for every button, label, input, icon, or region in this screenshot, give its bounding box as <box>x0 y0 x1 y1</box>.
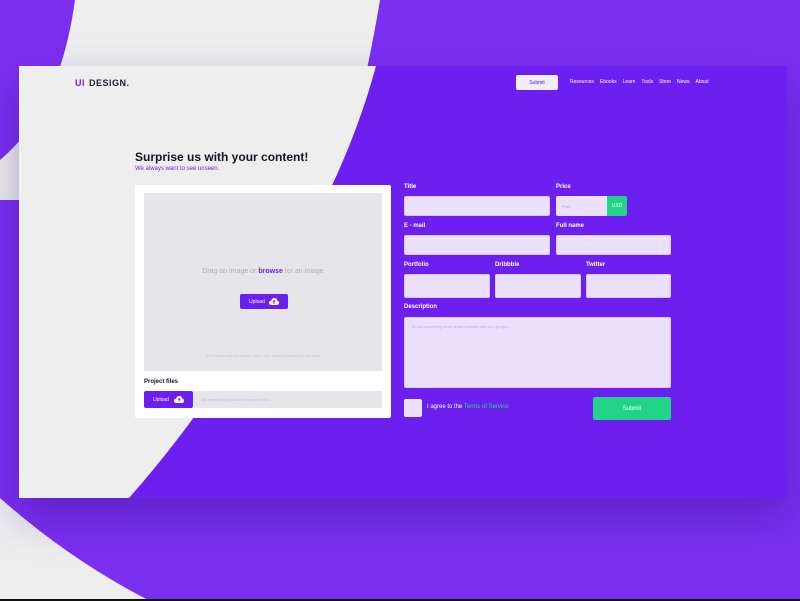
nav-store[interactable]: Store <box>659 79 671 85</box>
cloud-upload-icon <box>173 396 184 403</box>
nav-tools[interactable]: Tools <box>641 79 653 85</box>
price-label: Price <box>556 184 571 190</box>
fullname-label: Full name <box>556 223 585 229</box>
upload-hint: Preview image should be 800 x 600 and no… <box>206 353 320 358</box>
upload-panel: Drag an image or browse for an image Upl… <box>135 185 391 418</box>
top-nav: Resources Ebooks Learn Tools Store News … <box>570 79 709 85</box>
logo-prefix: UI <box>75 78 85 88</box>
nav-ebooks[interactable]: Ebooks <box>600 79 617 85</box>
title-label: Title <box>404 184 417 190</box>
image-dropzone[interactable]: Drag an image or browse for an image Upl… <box>144 193 382 371</box>
portfolio-label: Portfolio <box>404 262 429 268</box>
page-subtitle: We always want to see unseen. <box>135 166 220 172</box>
description-label: Description <box>404 304 438 310</box>
cloud-upload-icon <box>268 298 279 305</box>
terms-checkbox[interactable] <box>404 399 422 417</box>
twitter-label: Twitter <box>586 262 606 268</box>
nav-resources[interactable]: Resources <box>570 79 594 85</box>
page-title: Surprise us with your content! <box>135 150 309 164</box>
fullname-input[interactable] <box>556 235 671 255</box>
drag-text-after: for an image <box>282 268 324 275</box>
dribbble-input[interactable] <box>495 274 581 298</box>
currency-badge[interactable]: USD <box>607 196 627 216</box>
agree-text: I agree to the Terms of Service <box>427 404 509 410</box>
dribbble-label: Dribbble <box>495 262 520 268</box>
email-input[interactable] <box>404 235 550 255</box>
main-card: UI DESIGN. Submit Resources Ebooks Learn … <box>19 66 787 498</box>
nav-learn[interactable]: Learn <box>623 79 636 85</box>
browse-link[interactable]: browse <box>258 268 283 275</box>
header-submit-button[interactable]: Submit <box>516 75 558 90</box>
email-label: E - mail <box>404 223 426 229</box>
project-files-input[interactable]: Zip everything you want to send to us ..… <box>193 391 382 408</box>
twitter-input[interactable] <box>586 274 671 298</box>
nav-about[interactable]: About <box>696 79 709 85</box>
nav-news[interactable]: News <box>677 79 690 85</box>
portfolio-input[interactable] <box>404 274 490 298</box>
terms-link[interactable]: Terms of Service <box>464 404 509 410</box>
logo[interactable]: UI DESIGN. <box>75 78 130 88</box>
drag-text-before: Drag an image or <box>202 268 259 275</box>
project-upload-button[interactable]: Upload <box>144 391 193 408</box>
project-upload-label: Upload <box>153 396 169 403</box>
image-upload-label: Upload <box>249 298 265 305</box>
title-input[interactable] <box>404 196 550 216</box>
agree-label: I agree to the <box>427 404 464 410</box>
price-input[interactable]: Price <box>556 196 607 216</box>
drag-text: Drag an image or browse for an image <box>144 267 382 277</box>
project-files-label: Project files <box>144 379 179 385</box>
image-upload-button[interactable]: Upload <box>240 294 288 309</box>
logo-name: DESIGN. <box>89 78 130 88</box>
description-textarea[interactable]: Tell us something more about yourself an… <box>404 317 671 388</box>
submit-button[interactable]: Submit <box>593 397 671 420</box>
